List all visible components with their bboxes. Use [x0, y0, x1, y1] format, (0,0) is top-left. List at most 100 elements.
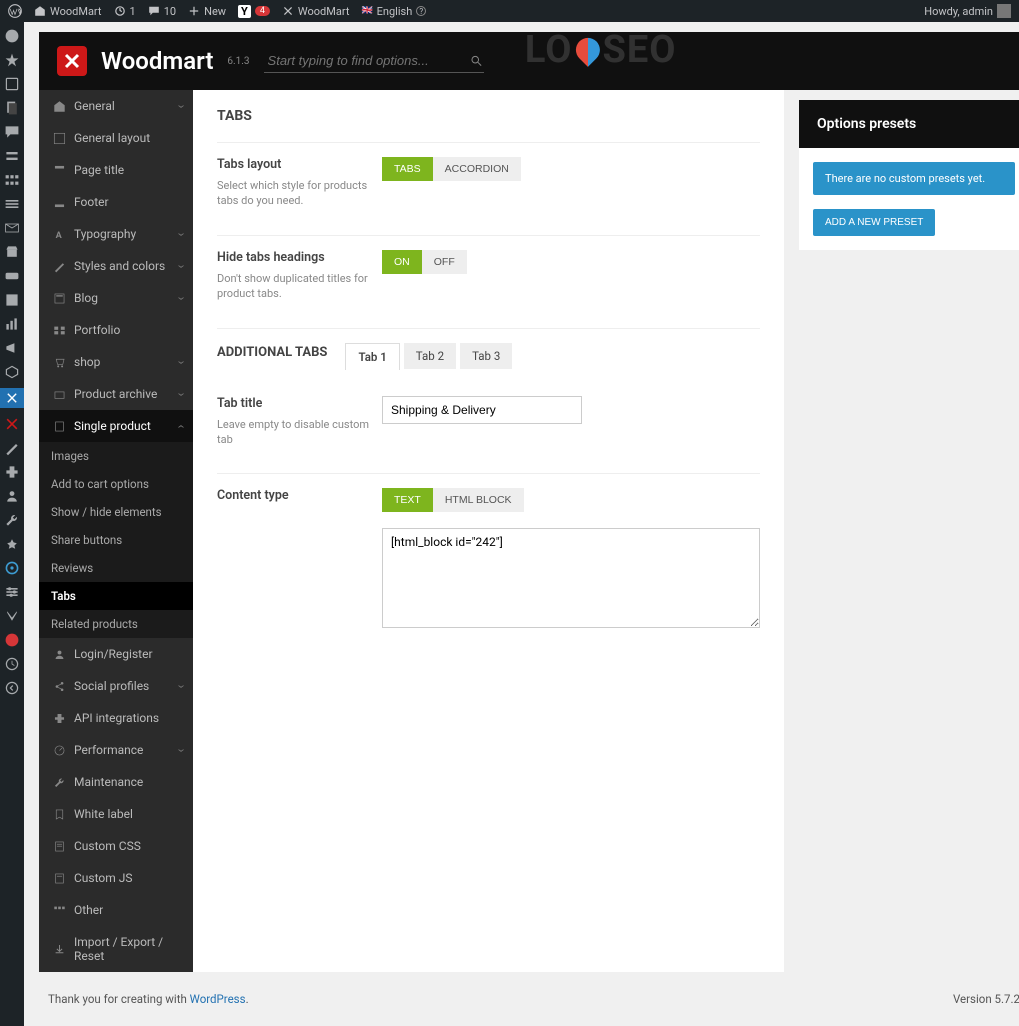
howdy-link[interactable]: Howdy, admin	[924, 4, 1011, 18]
collapse-icon[interactable]	[4, 680, 20, 696]
avatar	[997, 4, 1011, 18]
presets-title: Options presets	[799, 100, 1019, 148]
ic10[interactable]	[4, 244, 20, 260]
users-icon[interactable]	[4, 488, 20, 504]
ic22[interactable]	[4, 536, 20, 552]
nav-general[interactable]: General	[39, 90, 193, 122]
nav-api[interactable]: API integrations	[39, 702, 193, 734]
comments-icon[interactable]	[4, 124, 20, 140]
additional-tab-1[interactable]: Tab 1	[345, 343, 399, 370]
ic8[interactable]	[4, 196, 20, 212]
tabs-layout-tabs[interactable]: TABS	[382, 157, 433, 181]
sub-tabs[interactable]: Tabs	[39, 582, 193, 610]
content-textarea[interactable]	[382, 528, 760, 628]
nav-single-product-sub: Images Add to cart options Show / hide e…	[39, 442, 193, 638]
ic11[interactable]	[4, 268, 20, 284]
svg-text:A: A	[56, 230, 63, 240]
tab-title-input[interactable]	[382, 396, 582, 424]
search-input[interactable]	[264, 49, 471, 72]
site-link[interactable]: WoodMart	[34, 5, 102, 18]
pages-icon[interactable]	[4, 100, 20, 116]
nav-whitelabel[interactable]: White label	[39, 798, 193, 830]
nav-login[interactable]: Login/Register	[39, 638, 193, 670]
nav-maintenance[interactable]: Maintenance	[39, 766, 193, 798]
analytics-icon[interactable]	[4, 316, 20, 332]
version-text: Version 5.7.2	[953, 992, 1019, 1006]
tools-icon[interactable]	[4, 512, 20, 528]
sub-cart[interactable]: Add to cart options	[39, 470, 193, 498]
ic12[interactable]	[4, 292, 20, 308]
media-icon[interactable]	[4, 76, 20, 92]
yoast-link[interactable]: Y4	[238, 5, 270, 18]
plugins-icon[interactable]	[4, 464, 20, 480]
content-type-html[interactable]: HTML BLOCK	[433, 488, 524, 512]
tab-title-desc: Leave empty to disable custom tab	[217, 418, 369, 446]
nav-styles[interactable]: Styles and colors	[39, 250, 193, 282]
ic15[interactable]	[4, 364, 20, 380]
nav-other[interactable]: Other	[39, 894, 193, 926]
nav-footer[interactable]: Footer	[39, 186, 193, 218]
nav-import[interactable]: Import / Export / Reset	[39, 926, 193, 972]
theme-name: Woodmart	[101, 47, 213, 75]
sub-showhide[interactable]: Show / hide elements	[39, 498, 193, 526]
sub-reviews[interactable]: Reviews	[39, 554, 193, 582]
theme-header: Woodmart 6.1.3 LOSEO	[39, 32, 1019, 90]
ic17[interactable]	[4, 416, 20, 432]
dashboard-icon[interactable]	[4, 28, 20, 44]
sub-related[interactable]: Related products	[39, 610, 193, 638]
ic6[interactable]	[4, 148, 20, 164]
theme-active-icon[interactable]	[0, 388, 24, 408]
nav-single-product[interactable]: Single product	[39, 410, 193, 442]
ic27[interactable]	[4, 656, 20, 672]
wp-logo[interactable]	[8, 4, 22, 18]
wp-admin-bar: WoodMart 1 10 New Y4 WoodMart 🇬🇧English …	[0, 0, 1019, 22]
theme-version: 6.1.3	[227, 56, 249, 67]
theme-search[interactable]	[264, 49, 484, 73]
help-icon: ?	[416, 6, 426, 16]
settings-icon[interactable]	[4, 584, 20, 600]
theme-settings-nav: General General layout Page title Footer…	[39, 90, 193, 972]
hide-headings-off[interactable]: OFF	[422, 250, 467, 274]
pin-icon[interactable]	[4, 52, 20, 68]
wordpress-link[interactable]: WordPress	[190, 992, 246, 1006]
nav-product-archive[interactable]: Product archive	[39, 378, 193, 410]
hide-headings-label: Hide tabs headings	[217, 250, 382, 265]
content-type-text[interactable]: TEXT	[382, 488, 433, 512]
mail-icon[interactable]	[4, 220, 20, 236]
nav-shop[interactable]: shop	[39, 346, 193, 378]
content-type-toggle: TEXT HTML BLOCK	[382, 488, 524, 512]
add-preset-button[interactable]: ADD A NEW PRESET	[813, 209, 935, 236]
theme-link[interactable]: WoodMart	[282, 5, 350, 18]
ic23[interactable]	[4, 560, 20, 576]
lang-link[interactable]: 🇬🇧English ?	[361, 5, 426, 18]
nav-css[interactable]: Custom CSS	[39, 830, 193, 862]
hide-headings-on[interactable]: ON	[382, 250, 422, 274]
nav-general-layout[interactable]: General layout	[39, 122, 193, 154]
yoast-icon[interactable]	[4, 608, 20, 624]
tabs-layout-accordion[interactable]: ACCORDION	[433, 157, 521, 181]
search-icon	[470, 54, 483, 68]
watermark: LOSEO	[525, 28, 677, 72]
new-link[interactable]: New	[188, 5, 226, 18]
wp-menu	[0, 22, 24, 1026]
settings-content: TABS Tabs layout Select which style for …	[193, 90, 784, 972]
nav-js[interactable]: Custom JS	[39, 862, 193, 894]
ic7[interactable]	[4, 172, 20, 188]
sub-images[interactable]: Images	[39, 442, 193, 470]
nav-typography[interactable]: ATypography	[39, 218, 193, 250]
footer: Thank you for creating with WordPress. V…	[24, 972, 1019, 1026]
comments-link[interactable]: 10	[148, 5, 176, 18]
updates-link[interactable]: 1	[114, 5, 136, 18]
additional-tabs-title: ADDITIONAL TABS	[217, 345, 327, 360]
nav-page-title[interactable]: Page title	[39, 154, 193, 186]
ic26[interactable]	[4, 632, 20, 648]
sub-share[interactable]: Share buttons	[39, 526, 193, 554]
additional-tab-3[interactable]: Tab 3	[460, 343, 512, 369]
nav-social[interactable]: Social profiles	[39, 670, 193, 702]
nav-performance[interactable]: Performance	[39, 734, 193, 766]
nav-portfolio[interactable]: Portfolio	[39, 314, 193, 346]
marketing-icon[interactable]	[4, 340, 20, 356]
appearance-icon[interactable]	[4, 440, 20, 456]
nav-blog[interactable]: Blog	[39, 282, 193, 314]
additional-tab-2[interactable]: Tab 2	[404, 343, 456, 369]
